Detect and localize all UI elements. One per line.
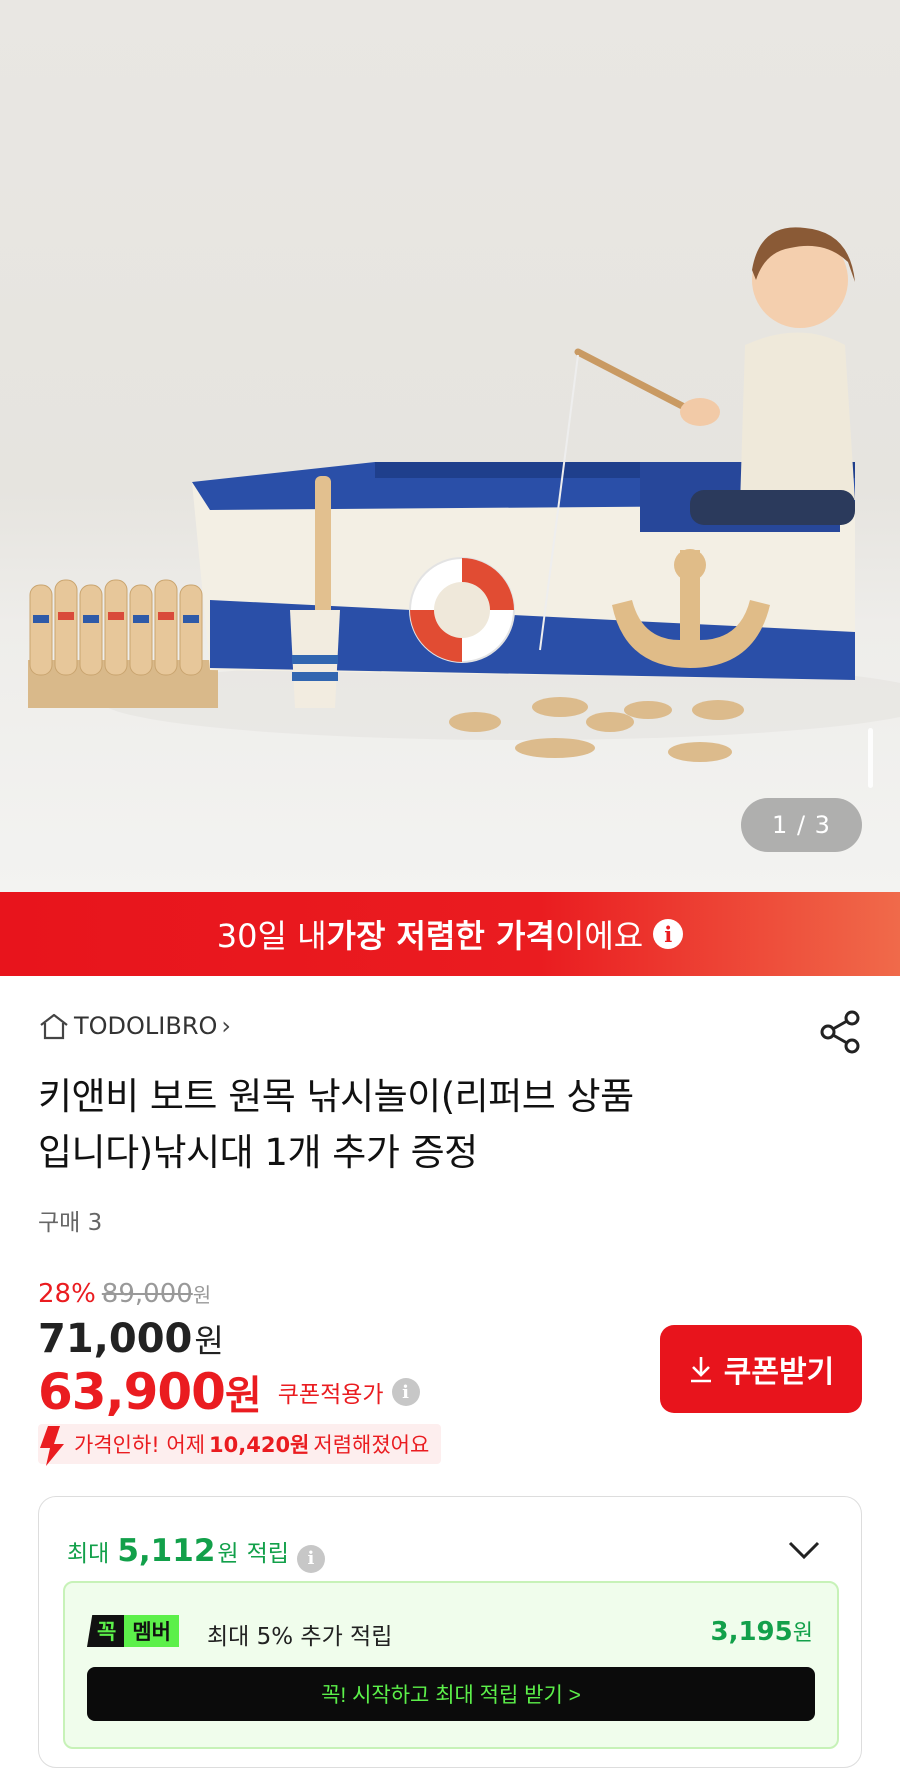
original-price-unit: 원 bbox=[192, 1283, 212, 1307]
get-coupon-button[interactable]: 쿠폰받기 bbox=[660, 1325, 862, 1413]
chevron-down-icon[interactable] bbox=[787, 1539, 821, 1561]
member-reward-value: 3,195 bbox=[710, 1617, 793, 1647]
price-drop-prefix: 가격인하! 어제 bbox=[74, 1433, 206, 1457]
member-badge-k: 꼭 bbox=[87, 1615, 125, 1647]
member-reward-text: 최대 5% 추가 적립 bbox=[207, 1624, 393, 1650]
reward-prefix: 최대 bbox=[67, 1541, 110, 1567]
coupon-price-label: 쿠폰적용가 bbox=[277, 1382, 384, 1408]
product-title-line2: 입니다)낚시대 1개 추가 증정 bbox=[38, 1131, 478, 1174]
download-icon bbox=[690, 1357, 711, 1383]
reward-unit: 원 bbox=[217, 1541, 239, 1567]
share-icon[interactable] bbox=[818, 1009, 864, 1055]
sale-price: 71,000원 bbox=[38, 1316, 224, 1362]
price-drop-notice: 가격인하! 어제 10,420원 저렴해졌어요 bbox=[38, 1424, 442, 1466]
coupon-price-value: 63,900 bbox=[38, 1363, 226, 1421]
price-drop-amount: 10,420원 bbox=[209, 1433, 310, 1457]
member-reward-unit: 원 bbox=[792, 1621, 813, 1646]
reward-summary[interactable]: 최대 5,112 원 적립 i bbox=[67, 1533, 325, 1573]
discount-row: 28% 89,000 원 bbox=[38, 1279, 211, 1309]
info-icon[interactable]: i bbox=[296, 1544, 325, 1573]
reward-panel: 최대 5,112 원 적립 i 꼭 멤버 최대 5% 추가 적립 3,195원 … bbox=[38, 1496, 862, 1768]
price-drop-suffix: 저렴해졌어요 bbox=[313, 1433, 430, 1457]
reward-suffix: 적립 bbox=[246, 1541, 289, 1567]
promo-highlight: 가장 저렴한 가격 bbox=[326, 917, 555, 955]
member-badge-m: 멤버 bbox=[124, 1615, 179, 1647]
lowest-price-banner[interactable]: 30일 내 가장 저렴한 가격 이에요 i bbox=[0, 892, 900, 976]
purchase-count: 구매 3 bbox=[38, 1210, 103, 1236]
sale-price-unit: 원 bbox=[194, 1322, 224, 1360]
member-badge: 꼭 멤버 bbox=[87, 1615, 179, 1647]
promo-prefix: 30일 내 bbox=[216, 917, 327, 955]
gallery-scrollbar[interactable] bbox=[868, 728, 873, 788]
promo-suffix: 이에요 bbox=[554, 917, 644, 955]
start-membership-button[interactable]: 꼭! 시작하고 최대 적립 받기 > bbox=[87, 1667, 815, 1721]
reward-amount: 5,112 bbox=[117, 1533, 216, 1569]
member-reward-amount: 3,195원 bbox=[711, 1615, 814, 1647]
product-title-line1: 키앤비 보트 원목 낚시놀이(리퍼브 상품 bbox=[38, 1075, 634, 1118]
info-icon[interactable]: i bbox=[391, 1378, 420, 1406]
product-title: 키앤비 보트 원목 낚시놀이(리퍼브 상품 입니다)낚시대 1개 추가 증정 bbox=[38, 1069, 798, 1181]
sale-price-value: 71,000 bbox=[38, 1316, 193, 1362]
discount-rate: 28% bbox=[38, 1279, 96, 1309]
info-icon[interactable]: i bbox=[653, 919, 684, 949]
home-icon bbox=[40, 1013, 68, 1040]
original-price: 89,000 bbox=[101, 1279, 193, 1309]
member-reward-box: 꼭 멤버 최대 5% 추가 적립 3,195원 꼭! 시작하고 최대 적립 받기… bbox=[63, 1581, 839, 1749]
chevron-right-icon: › bbox=[221, 1012, 232, 1040]
coupon-price-row: 63,900 원 쿠폰적용가 i bbox=[38, 1363, 420, 1421]
product-image-gallery[interactable]: 1 / 3 bbox=[0, 0, 900, 892]
coupon-price-unit: 원 bbox=[224, 1373, 262, 1419]
image-page-indicator: 1 / 3 bbox=[741, 798, 862, 852]
get-coupon-label: 쿠폰받기 bbox=[723, 1356, 835, 1389]
brand-link[interactable]: TODOLIBRO › bbox=[38, 1012, 231, 1040]
product-photo bbox=[28, 227, 900, 762]
brand-name: TODOLIBRO bbox=[74, 1012, 218, 1040]
down-arrow-icon bbox=[40, 1426, 64, 1466]
